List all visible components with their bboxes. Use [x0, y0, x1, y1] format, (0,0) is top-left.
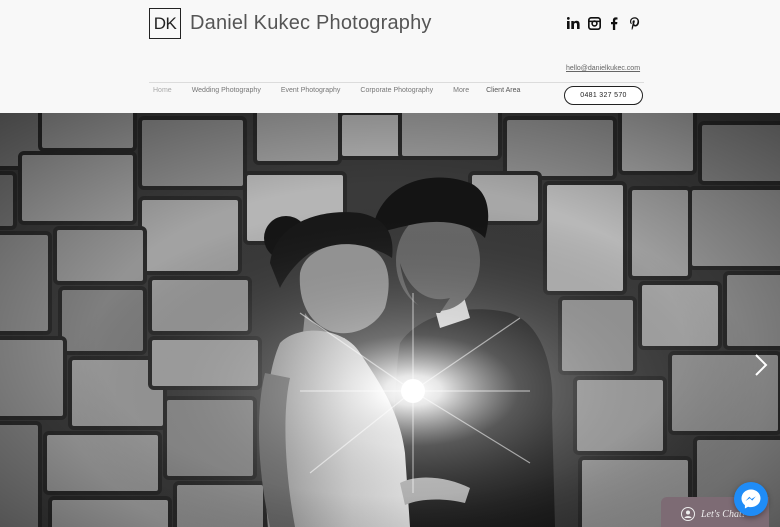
- logo-text: DK: [153, 13, 177, 33]
- pinterest-icon[interactable]: [626, 15, 642, 31]
- logo[interactable]: DK: [149, 8, 181, 39]
- page: DK Daniel Kukec Photography hello@daniel…: [0, 0, 780, 527]
- hero-image: [0, 113, 780, 527]
- chevron-right-icon[interactable]: [754, 353, 768, 377]
- nav-item-wedding-photography[interactable]: Wedding Photography: [192, 87, 261, 94]
- nav-item-corporate-photography[interactable]: Corporate Photography: [360, 87, 433, 94]
- phone-number: 0481 327 570: [580, 92, 627, 99]
- nav-item-client-area[interactable]: Client Area: [486, 87, 520, 94]
- email-link[interactable]: hello@danielkukec.com: [566, 65, 640, 72]
- linkedin-icon[interactable]: [565, 15, 581, 31]
- facebook-icon[interactable]: [606, 15, 622, 31]
- instagram-icon[interactable]: [586, 15, 602, 31]
- nav-item-more[interactable]: More: [453, 87, 469, 94]
- site-header: DK Daniel Kukec Photography hello@daniel…: [0, 0, 780, 113]
- user-icon: [681, 507, 695, 521]
- messenger-icon: [740, 488, 762, 510]
- hero-slideshow[interactable]: [0, 113, 780, 527]
- phone-button[interactable]: 0481 327 570: [564, 86, 643, 105]
- site-title[interactable]: Daniel Kukec Photography: [190, 12, 432, 35]
- main-nav: Home Wedding Photography Event Photograp…: [153, 87, 540, 94]
- nav-item-event-photography[interactable]: Event Photography: [281, 87, 341, 94]
- nav-divider: [149, 82, 644, 83]
- nav-item-home[interactable]: Home: [153, 87, 172, 94]
- messenger-button[interactable]: [734, 482, 768, 516]
